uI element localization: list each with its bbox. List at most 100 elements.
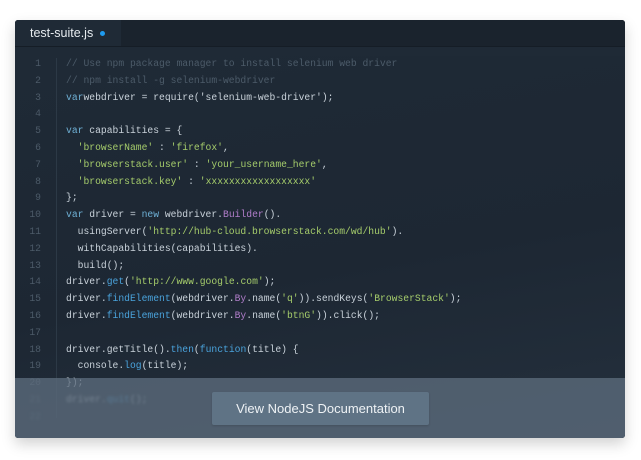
- code-token: findElement: [106, 310, 171, 321]
- code-text: driver.get('http://www.google.com');: [66, 274, 275, 290]
- code-token: 'btnG': [281, 310, 317, 321]
- code-text: var driver = new webdriver.Builder().: [66, 207, 281, 223]
- tab-label: test-suite.js: [30, 26, 94, 40]
- code-line: 15 driver.findElement(webdriver.By.name('…: [15, 291, 625, 307]
- line-number: 19: [29, 360, 41, 372]
- code-token: )).: [298, 293, 317, 305]
- code-text: driver.findElement(webdriver.By.name('q'…: [66, 291, 461, 307]
- code-token: (webdriver.: [170, 310, 235, 321]
- line-number: 18: [29, 343, 41, 355]
- code-token: ).: [391, 226, 404, 237]
- code-token: .name(: [246, 310, 282, 321]
- line-number: 2: [35, 74, 41, 86]
- code-token: :: [188, 158, 206, 170]
- code-token: build();: [66, 259, 125, 271]
- code-line: 12 withCapabilities(capabilities).: [15, 241, 625, 257]
- code-token: )).click();: [316, 310, 380, 321]
- code-text: // npm install -g selenium-webdriver: [66, 73, 275, 89]
- code-token: sendKeys(: [316, 293, 369, 305]
- code-token: get: [106, 276, 125, 288]
- code-line: 14 driver.get('http://www.google.com');: [15, 274, 625, 290]
- code-token: 'browserstack.key': [77, 175, 183, 187]
- code-token: ,: [321, 158, 328, 170]
- line-number: 9: [35, 192, 41, 204]
- line-number: 11: [29, 226, 41, 237]
- code-text: // Use npm package manager to install se…: [66, 56, 397, 72]
- code-token: );: [321, 91, 334, 103]
- line-number: 17: [29, 326, 41, 338]
- code-token: new: [141, 209, 160, 221]
- code-line: 7 'browserstack.user' : 'your_username_h…: [15, 157, 625, 173]
- code-line: 1 // Use npm package manager to install s…: [15, 56, 625, 72]
- code-text: 'browserstack.user' : 'your_username_her…: [66, 157, 328, 173]
- code-token: webdriver = require(: [83, 91, 200, 103]
- code-token: var: [66, 125, 84, 137]
- code-token: By: [234, 310, 247, 321]
- code-token: // npm install -g selenium-webdriver: [66, 74, 276, 86]
- code-token: driver.getTitle().: [66, 343, 171, 355]
- code-token: (title) {: [246, 343, 299, 355]
- code-text: build();: [66, 258, 125, 274]
- code-text: 'browserstack.key' : 'xxxxxxxxxxxxxxxxxx…: [66, 174, 316, 190]
- code-token: 'browserName': [77, 142, 154, 153]
- code-token: withCapabilities(capabilities).: [66, 242, 258, 254]
- code-text: withCapabilities(capabilities).: [66, 241, 258, 257]
- documentation-overlay: View NodeJS Documentation: [15, 378, 625, 438]
- code-token: 'http://hub-cloud.browserstack.com/wd/hu…: [147, 226, 392, 237]
- code-token: By: [234, 293, 247, 305]
- line-number: 7: [35, 158, 41, 170]
- line-number: 8: [35, 175, 41, 187]
- line-number: 10: [29, 209, 41, 221]
- code-line: 11 usingServer('http://hub-cloud.browser…: [15, 224, 625, 240]
- code-token: (webdriver.: [170, 293, 235, 305]
- code-token: Builder: [223, 209, 264, 221]
- code-text: driver.findElement(webdriver.By.name('bt…: [66, 308, 380, 324]
- line-number: 14: [29, 276, 41, 288]
- code-token: ().: [263, 209, 282, 221]
- code-token: then: [170, 343, 194, 355]
- code-token: 'your_username_here': [205, 158, 322, 170]
- unsaved-dot-icon: [100, 30, 106, 36]
- code-line: 18 driver.getTitle().then(function(title)…: [15, 342, 625, 358]
- code-text: usingServer('http://hub-cloud.browsersta…: [66, 224, 404, 240]
- code-token: console.: [66, 360, 125, 372]
- code-token: log: [124, 360, 142, 372]
- line-number: 4: [35, 108, 41, 120]
- code-text: };: [66, 190, 78, 206]
- code-token: driver.: [66, 276, 107, 288]
- code-token: 'http://www.google.com': [129, 276, 264, 288]
- code-line: 6 'browserName' : 'firefox',: [15, 140, 625, 156]
- code-text: console.log(title);: [66, 358, 188, 374]
- code-text: varwebdriver = require('selenium-web-dri…: [66, 90, 333, 106]
- code-line: 19 console.log(title);: [15, 358, 625, 374]
- code-token: :: [182, 175, 200, 187]
- view-nodejs-documentation-button[interactable]: View NodeJS Documentation: [212, 392, 429, 425]
- code-token: );: [263, 276, 276, 288]
- line-number: 16: [29, 310, 41, 321]
- line-number: 6: [35, 142, 41, 153]
- code-text: driver.getTitle().then(function(title) {: [66, 342, 299, 358]
- code-token: ,: [223, 142, 229, 153]
- code-token: driver.: [66, 293, 107, 305]
- code-token: capabilities = {: [83, 125, 183, 137]
- code-token: driver.: [66, 310, 107, 321]
- code-line: 4: [15, 106, 625, 122]
- code-text: var capabilities = {: [66, 123, 182, 139]
- code-token: (title);: [141, 360, 189, 372]
- code-line: 16 driver.findElement(webdriver.By.name('…: [15, 308, 625, 324]
- code-text: 'browserName' : 'firefox',: [66, 140, 229, 156]
- code-line: 13 build();: [15, 258, 625, 274]
- code-token: 'BrowserStack': [368, 293, 450, 305]
- code-token: var: [66, 209, 84, 221]
- line-number: 15: [29, 293, 41, 305]
- code-token: function: [199, 343, 247, 355]
- tab-test-suite[interactable]: test-suite.js: [15, 20, 122, 46]
- code-token: webdriver.: [159, 209, 223, 221]
- code-token: };: [66, 192, 78, 204]
- code-token: .name(: [246, 293, 282, 305]
- code-token: driver =: [83, 209, 142, 221]
- line-number: 3: [35, 91, 41, 103]
